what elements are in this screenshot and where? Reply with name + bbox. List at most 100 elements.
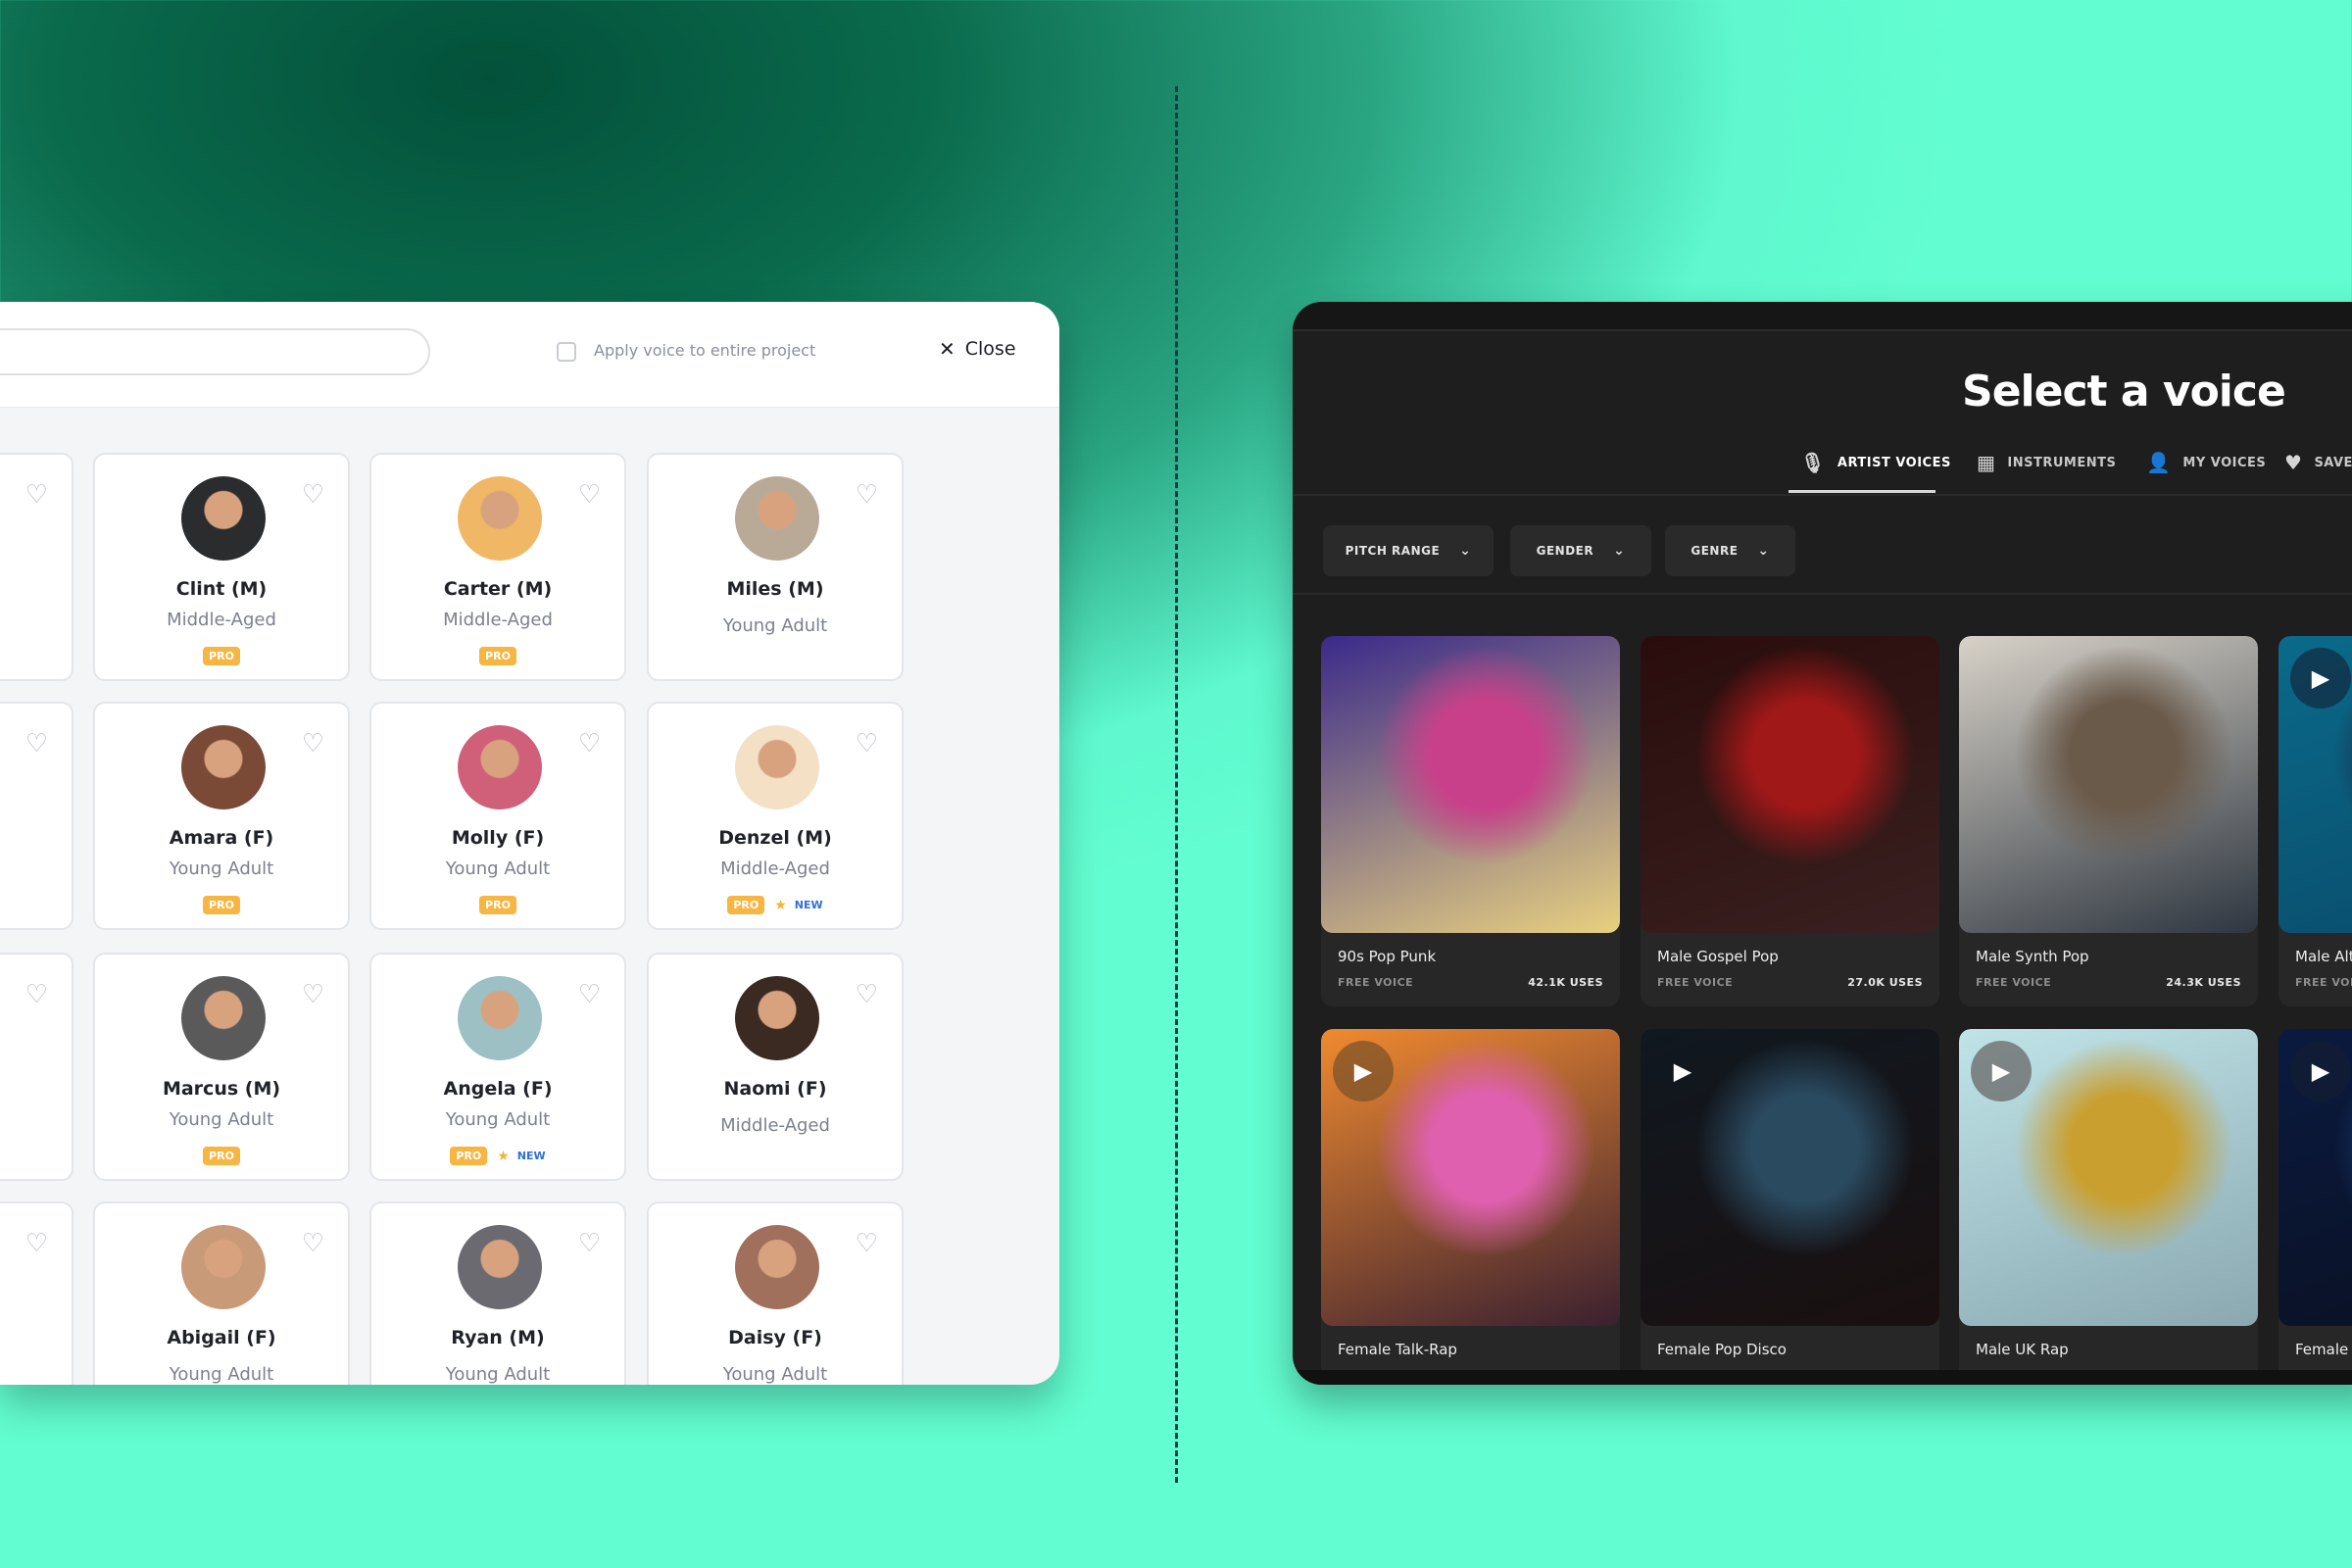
active-tab-indicator (1788, 490, 1936, 493)
artist-voice-card[interactable]: 90s Pop Punk FREE VOICE 42.1K USES (1321, 636, 1620, 1006)
tab-label: SAVED (2314, 455, 2352, 470)
voice-card[interactable]: ♡ Angela (F) Young Adult PRO ★ NEW (369, 953, 626, 1181)
voice-picker-dark-panel: Select a voice 🎙 ARTIST VOICES ▦ INSTRUMEN… (1293, 302, 2352, 1385)
heart-icon[interactable]: ♡ (578, 482, 601, 508)
divider (1293, 494, 2352, 496)
pitch-range-dropdown[interactable]: PITCH RANGE ⌄ (1323, 525, 1494, 576)
pro-badge: PRO (203, 647, 240, 665)
voice-name: Marcus (M) (162, 1078, 281, 1100)
voice-card[interactable]: ♡ Molly (F) Young Adult PRO (369, 702, 626, 930)
voice-uses: 24.3K USES (2166, 976, 2241, 989)
avatar (735, 1225, 819, 1309)
voice-card[interactable]: ♡ Abigail (F) Young Adult (93, 1201, 350, 1385)
heart-icon[interactable]: ♡ (856, 731, 878, 757)
voice-card[interactable]: ♡ Naomi (F) Middle-Aged (647, 953, 904, 1181)
heart-icon[interactable]: ♡ (25, 982, 48, 1007)
new-label: NEW (516, 1150, 546, 1162)
voice-card[interactable]: ♡ Miles (M) Young Adult (647, 453, 904, 681)
heart-icon: ♥ (2284, 451, 2303, 474)
heart-icon[interactable]: ♡ (302, 731, 324, 757)
voice-card[interactable]: ♡ Clint (M) Middle-Aged PRO (93, 453, 350, 681)
voice-name: Angela (F) (443, 1078, 553, 1100)
artist-voice-card[interactable]: Male Synth Pop FREE VOICE 24.3K USES (1959, 636, 2258, 1006)
artist-voice-card[interactable]: ▶ Male UK Rap (1959, 1029, 2258, 1385)
gender-dropdown[interactable]: GENDER ⌄ (1510, 525, 1651, 576)
tab-saved[interactable]: ♥ SAVED (2284, 451, 2352, 474)
voice-card[interactable]: ♡ (0, 702, 74, 930)
heart-icon[interactable]: ♡ (578, 1231, 601, 1256)
avatar (181, 725, 266, 809)
heart-icon[interactable]: ♡ (302, 982, 324, 1007)
tab-my-voices[interactable]: 👤 MY VOICES (2146, 451, 2266, 474)
avatar (458, 476, 542, 561)
heart-icon[interactable]: ♡ (302, 482, 324, 508)
voice-card[interactable]: ♡ Marcus (M) Young Adult PRO (93, 953, 350, 1181)
filter-label: PITCH RANGE (1345, 544, 1441, 558)
voice-uses: 27.0K USES (1847, 976, 1923, 989)
heart-icon[interactable]: ♡ (25, 1231, 48, 1256)
apply-entire-project-checkbox[interactable] (557, 342, 576, 362)
close-button[interactable]: ✕ Close (939, 337, 1016, 361)
voice-title: Female Pop Disco (1657, 1341, 1787, 1358)
panel-top-bar (1293, 302, 2352, 331)
heart-icon[interactable]: ♡ (302, 1231, 324, 1256)
avatar (458, 976, 542, 1060)
voice-meta: FREE VOICE (2295, 976, 2352, 989)
voice-tag: FREE VOICE (2295, 976, 2352, 989)
voice-age: Young Adult (722, 615, 828, 636)
voice-card[interactable]: ♡ Daisy (F) Young Adult (647, 1201, 904, 1385)
voice-card[interactable]: ♡ (0, 453, 74, 681)
genre-dropdown[interactable]: GENRE ⌄ (1665, 525, 1795, 576)
artist-voice-card[interactable]: ▶ Male Alt FREE VOICE (2278, 636, 2352, 1006)
play-button[interactable]: ▶ (2290, 1041, 2351, 1102)
avatar (735, 476, 819, 561)
avatar (458, 1225, 542, 1309)
tab-artist-voices[interactable]: 🎙 ARTIST VOICES (1800, 451, 1951, 474)
badges: PRO ★ NEW (649, 896, 902, 914)
artist-image: ▶ (2278, 1029, 2352, 1326)
artist-voice-card[interactable]: ▶ Female Pop Disco (1641, 1029, 1939, 1385)
tab-instruments[interactable]: ▦ INSTRUMENTS (1977, 451, 2116, 474)
voice-age: Young Adult (445, 858, 551, 879)
heart-icon[interactable]: ♡ (578, 731, 601, 757)
voice-name: Daisy (F) (728, 1327, 822, 1348)
star-icon: ★ (774, 897, 787, 913)
chevron-down-icon: ⌄ (1613, 543, 1626, 559)
search-input[interactable] (0, 328, 430, 375)
artist-voice-card[interactable]: Male Gospel Pop FREE VOICE 27.0K USES (1641, 636, 1939, 1006)
voice-card[interactable]: ♡ Denzel (M) Middle-Aged PRO ★ NEW (647, 702, 904, 930)
artist-voice-card[interactable]: ▶ Female (2278, 1029, 2352, 1385)
artist-image (1321, 636, 1620, 933)
play-button[interactable]: ▶ (1333, 1041, 1394, 1102)
heart-icon[interactable]: ♡ (856, 1231, 878, 1256)
heart-icon[interactable]: ♡ (25, 482, 48, 508)
star-icon: ★ (497, 1148, 510, 1164)
badges: PRO ★ NEW (371, 1147, 624, 1165)
play-button[interactable]: ▶ (1652, 1041, 1713, 1102)
heart-icon[interactable]: ♡ (856, 482, 878, 508)
tab-label: MY VOICES (2182, 455, 2267, 470)
voice-name: Denzel (M) (718, 827, 832, 849)
heart-icon[interactable]: ♡ (25, 731, 48, 757)
voice-card[interactable]: ♡ (0, 953, 74, 1181)
voice-card[interactable]: ♡ Carter (M) Middle-Aged PRO (369, 453, 626, 681)
voice-card[interactable]: ♡ Ryan (M) Young Adult (369, 1201, 626, 1385)
voice-title: Male UK Rap (1976, 1341, 2069, 1358)
pro-badge: PRO (203, 896, 240, 914)
play-icon: ▶ (1353, 1057, 1373, 1085)
voice-age: Young Adult (445, 1109, 551, 1130)
voice-uses: 42.1K USES (1528, 976, 1603, 989)
close-label: Close (964, 338, 1016, 360)
voice-card[interactable]: ♡ Amara (F) Young Adult PRO (93, 702, 350, 930)
avatar (181, 1225, 266, 1309)
play-button[interactable]: ▶ (2290, 648, 2351, 709)
voice-name: Carter (M) (443, 578, 553, 600)
new-badge: ★ NEW (774, 898, 822, 913)
voice-card[interactable]: ♡ (0, 1201, 74, 1385)
heart-icon[interactable]: ♡ (856, 982, 878, 1007)
heart-icon[interactable]: ♡ (578, 982, 601, 1007)
voice-title: Male Gospel Pop (1657, 948, 1779, 965)
play-button[interactable]: ▶ (1971, 1041, 2032, 1102)
voice-name: Amara (F) (169, 827, 274, 849)
artist-voice-card[interactable]: ▶ Female Talk-Rap (1321, 1029, 1620, 1385)
